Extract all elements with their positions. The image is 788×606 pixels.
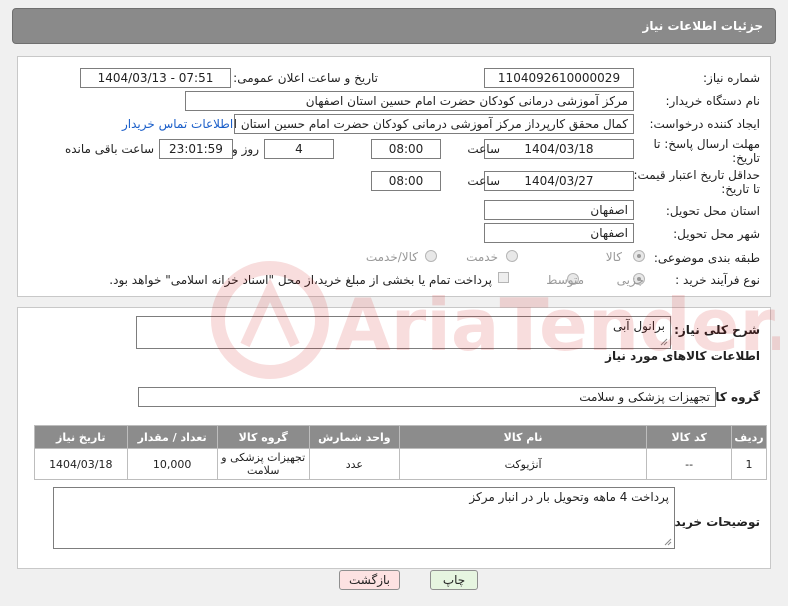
col-unit: واحد شمارش [308,425,400,449]
treasury-payment-note: پرداخت تمام یا بخشی از مبلغ خرید،از محل … [109,273,492,287]
treasury-payment-checkbox[interactable] [498,272,509,283]
price-validity-label-line2: تا تاریخ: [721,182,760,196]
announce-datetime-label: تاریخ و ساعت اعلان عمومی: [233,71,378,85]
cell-row: 1 [731,448,767,480]
remaining-time-label: ساعت باقی مانده [64,142,154,156]
buyer-contact-link[interactable]: اطلاعات تماس خریدار [122,117,233,131]
category-service-label: خدمت [466,250,498,264]
page-header: جزئیات اطلاعات نیاز [12,8,776,44]
category-goods-label: کالا [605,250,622,264]
need-details-panel: شرح کلی نیاز: برانول آبی اطلاعات کالاهای… [17,307,771,569]
table-row: 1404/03/18 10,000 تجهیزات پزشکی و سلامت … [34,448,767,480]
deadline-time-field: 08:00 [371,139,441,159]
deadline-label-line2: تاریخ: [732,151,760,165]
price-validity-date-field: 1404/03/27 [484,171,634,191]
category-goods-service-radio[interactable] [425,250,437,262]
category-label: طبقه بندی موضوعی: [653,251,760,265]
cell-goods-name: آنژیوکت [398,448,648,480]
category-goods-service-label: کالا/خدمت [365,250,418,264]
delivery-province-label: استان محل تحویل: [665,204,760,218]
delivery-province-field: اصفهان [484,200,634,220]
remaining-days-label: روز و [232,142,259,156]
deadline-time-label: ساعت [467,142,500,156]
col-need-date: تاریخ نیاز [34,425,128,449]
category-service-radio[interactable] [506,250,518,262]
creator-label: ایجاد کننده درخواست: [649,117,760,131]
cell-goods-code: -- [646,448,733,480]
resize-grip-icon[interactable] [664,538,672,546]
need-number-field: 1104092610000029 [484,68,634,88]
need-number-label: شماره نیاز: [703,71,760,85]
deadline-label-line1: مهلت ارسال پاسخ: تا [653,137,760,151]
goods-section-title: اطلاعات کالاهای مورد نیاز [605,349,760,363]
buyer-notes-field: پرداخت 4 ماهه وتحویل بار در انبار مرکز [53,487,675,549]
col-goods-name: نام کالا [398,425,648,449]
goods-table: تاریخ نیاز تعداد / مقدار گروه کالا واحد … [34,425,767,480]
process-partial-label: جزیی [616,273,644,287]
delivery-city-label: شهر محل تحویل: [673,227,760,241]
cell-goods-group: تجهیزات پزشکی و سلامت [216,448,310,480]
price-validity-label-line1: حداقل تاریخ اعتبار قیمت: [633,168,760,182]
col-goods-code: کد کالا [646,425,733,449]
buyer-org-field: مرکز آموزشی درمانی کودکان حضرت امام حسین… [185,91,634,111]
remaining-days-field: 4 [264,139,334,159]
process-type-label: نوع فرآیند خرید : [675,273,760,287]
deadline-date-field: 1404/03/18 [484,139,634,159]
print-button[interactable]: چاپ [430,570,478,590]
goods-group-field: تجهیزات پزشکی و سلامت [138,387,716,407]
cell-need-date: 1404/03/18 [34,448,128,480]
resize-grip-icon[interactable] [660,338,668,346]
general-description-field: برانول آبی [136,316,671,349]
cell-unit: عدد [308,448,400,480]
back-button[interactable]: بازگشت [339,570,400,590]
buyer-org-label: نام دستگاه خریدار: [665,94,761,108]
col-quantity: تعداد / مقدار [126,425,218,449]
price-validity-time-field: 08:00 [371,171,441,191]
creator-field: کمال محقق کارپرداز مرکز آموزشی درمانی کو… [234,114,634,134]
general-description-label: شرح کلی نیاز: [674,323,760,337]
need-info-panel: شماره نیاز: 1104092610000029 تاریخ و ساع… [17,56,771,297]
buyer-notes-text: پرداخت 4 ماهه وتحویل بار در انبار مرکز [469,490,669,504]
process-medium-label: متوسط [546,273,584,287]
page-title: جزئیات اطلاعات نیاز [642,19,763,33]
price-validity-time-label: ساعت [467,174,500,188]
announce-datetime-field: 1404/03/13 - 07:51 [80,68,231,88]
general-description-text: برانول آبی [612,319,665,333]
remaining-time-field: 23:01:59 [159,139,233,159]
col-row: ردیف [731,425,767,449]
delivery-city-field: اصفهان [484,223,634,243]
cell-quantity: 10,000 [126,448,218,480]
col-goods-group: گروه کالا [216,425,310,449]
category-goods-radio[interactable] [633,250,645,262]
